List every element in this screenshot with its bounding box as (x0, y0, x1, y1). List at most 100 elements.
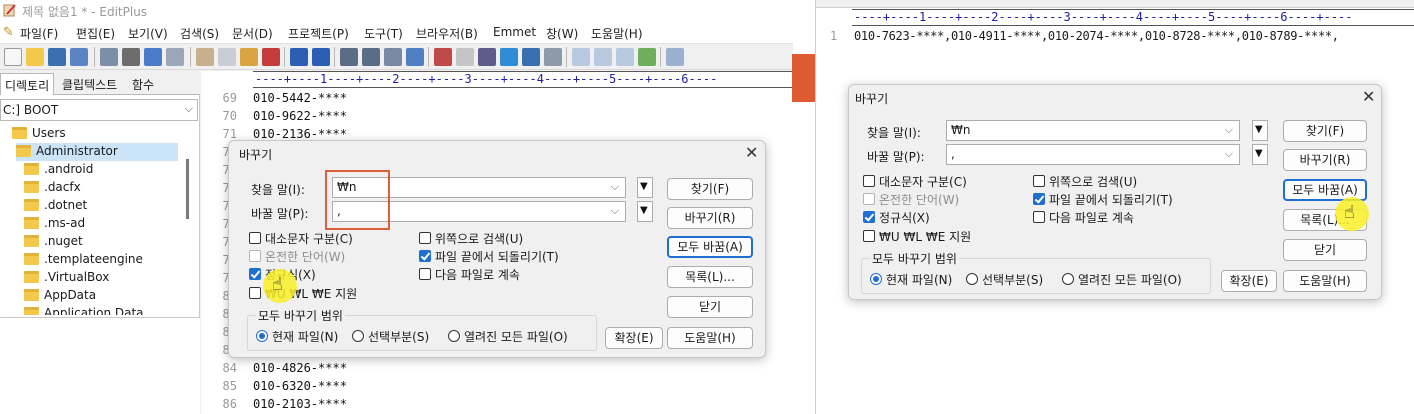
menu-browser[interactable]: 브라우저(B) (416, 25, 478, 42)
replace-label: 바꿀 말(P): (251, 207, 309, 221)
replace-history-button[interactable]: ▼ (637, 201, 653, 222)
help-cursor-icon[interactable] (666, 48, 684, 66)
find-input[interactable]: ₩n ⌵ (946, 120, 1240, 141)
find-history-button[interactable]: ▼ (1252, 120, 1268, 141)
undo-icon[interactable] (290, 48, 308, 66)
folder-icon (24, 181, 39, 193)
close-icon[interactable]: ✕ (745, 143, 758, 162)
tree-item[interactable]: .dotnet (24, 197, 182, 215)
chevron-down-icon: ⌵ (1224, 147, 1233, 160)
tree-item[interactable]: .templateengine (24, 251, 182, 269)
fullscreen-icon[interactable] (638, 48, 656, 66)
replace-input[interactable]: , ⌵ (946, 144, 1240, 165)
ruler-icon[interactable] (522, 48, 540, 66)
dialog-title: 바꾸기 (855, 92, 889, 106)
find-label: 찾을 말(I): (251, 183, 305, 197)
tree-item-selected[interactable]: Administrator (16, 143, 178, 161)
tree-item[interactable]: AppData (24, 287, 182, 305)
folder-icon (24, 199, 39, 211)
goto-icon[interactable] (406, 48, 424, 66)
find-button[interactable]: 찾기(F) (1283, 120, 1367, 142)
tree-item[interactable]: .android (24, 161, 182, 179)
find-icon[interactable] (340, 48, 358, 66)
menu-search[interactable]: 검색(S) (180, 25, 219, 42)
drive-value: C:] BOOT (3, 103, 59, 117)
tree-item[interactable]: .dacfx (24, 179, 182, 197)
print-preview-icon[interactable] (100, 48, 118, 66)
menu-file[interactable]: 파일(F) (20, 25, 58, 42)
close-icon[interactable]: ✕ (1362, 87, 1375, 106)
line-text[interactable]: 010-5442-**** (253, 91, 347, 105)
tree-item[interactable]: .VirtualBox (24, 269, 182, 287)
tree-item[interactable]: .ms-ad (24, 215, 182, 233)
expand-button[interactable]: 확장(E) (605, 327, 663, 349)
menu-tools[interactable]: 도구(T) (364, 25, 403, 42)
menu-help[interactable]: 도움말(H) (591, 25, 643, 42)
dialog-title: 바꾸기 (239, 148, 273, 162)
output-window-icon[interactable] (616, 48, 634, 66)
find-history-button[interactable]: ▼ (637, 177, 653, 198)
triangle-down-icon: ▼ (640, 181, 648, 192)
open-folder-icon[interactable] (26, 48, 44, 66)
tab-cliptext[interactable]: 클립텍스트 (58, 73, 121, 95)
tree-item[interactable]: Users (12, 125, 182, 143)
find-button[interactable]: 찾기(F) (667, 178, 753, 200)
close-button[interactable]: 닫기 (1283, 239, 1367, 261)
directory-window-icon[interactable] (594, 48, 612, 66)
new-file-icon[interactable] (4, 48, 22, 66)
line-number-icon[interactable] (500, 48, 518, 66)
replace-button[interactable]: 바꾸기(R) (667, 207, 753, 229)
find-value: ₩n (951, 123, 971, 137)
menu-window[interactable]: 창(W) (546, 25, 578, 42)
tab-functions[interactable]: 함수 (128, 73, 158, 95)
word-wrap-icon[interactable] (478, 48, 496, 66)
replace-icon[interactable] (362, 48, 380, 66)
line-number: 84 (222, 361, 237, 375)
replace-dialog: 바꾸기 ✕ 찾을 말(I): ₩n ⌵ ▼ 바꿀 말(P): , ⌵ ▼ 찾기(… (228, 140, 766, 358)
save-all-icon[interactable] (70, 48, 88, 66)
settings-gear-icon[interactable] (544, 48, 562, 66)
delete-icon[interactable] (262, 48, 280, 66)
help-button[interactable]: 도움말(H) (667, 327, 753, 349)
triangle-down-icon: ▼ (1255, 124, 1263, 135)
close-button[interactable]: 닫기 (667, 296, 753, 318)
menu-emmet[interactable]: Emmet (493, 25, 536, 39)
menu-edit[interactable]: 편집(E) (76, 25, 115, 42)
drive-select[interactable]: C:] BOOT ⌵ (0, 99, 198, 121)
menu-view[interactable]: 보기(V) (128, 25, 168, 42)
line-text[interactable]: 010-9622-**** (253, 109, 347, 123)
tab-directory[interactable]: 디렉토리 (0, 73, 55, 95)
window-layout-icon[interactable] (572, 48, 590, 66)
replace-history-button[interactable]: ▼ (1252, 144, 1268, 165)
line-text[interactable]: 010-4826-**** (253, 361, 347, 375)
tree-item[interactable]: .nuget (24, 233, 182, 251)
direct-html-icon[interactable] (166, 48, 184, 66)
tree-item[interactable]: Application Data (24, 305, 182, 315)
menu-document[interactable]: 문서(D) (232, 25, 273, 42)
cut-icon[interactable] (196, 48, 214, 66)
menu-project[interactable]: 프로젝트(P) (288, 25, 349, 42)
print-icon[interactable] (122, 48, 140, 66)
line-text[interactable]: 010-2103-**** (253, 397, 347, 411)
spellcheck-icon[interactable] (144, 48, 162, 66)
copy-icon[interactable] (218, 48, 236, 66)
toolbar-separator (284, 47, 285, 67)
replace-button[interactable]: 바꾸기(R) (1283, 149, 1367, 171)
list-button[interactable]: 목록(L)... (667, 266, 753, 288)
font-icon[interactable] (434, 48, 452, 66)
expand-button[interactable]: 확장(E) (1221, 270, 1277, 292)
directory-tree: Users Administrator .android .dacfx .dot… (0, 125, 184, 315)
find-in-files-icon[interactable] (384, 48, 402, 66)
line-number: 69 (222, 91, 237, 105)
line-text[interactable]: 010-2136-**** (253, 127, 347, 141)
help-button[interactable]: 도움말(H) (1283, 270, 1367, 292)
paste-icon[interactable] (240, 48, 258, 66)
toolbar-strip (816, 0, 1414, 8)
redo-icon[interactable] (312, 48, 330, 66)
hex-icon[interactable] (456, 48, 474, 66)
save-icon[interactable] (48, 48, 66, 66)
line-text[interactable]: 010-6320-**** (253, 379, 347, 393)
tree-scrollbar[interactable] (186, 159, 189, 219)
line-text: 010-7623-****,010-4911-****,010-2074-***… (854, 29, 1339, 43)
replace-all-button[interactable]: 모두 바꿈(A) (667, 236, 753, 258)
